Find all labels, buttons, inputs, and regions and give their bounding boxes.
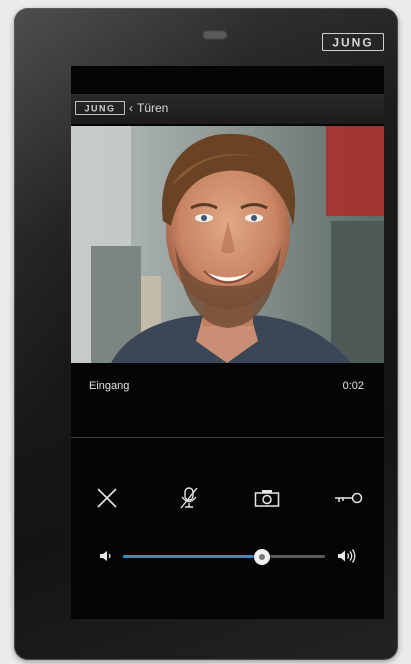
open-door-button[interactable] (329, 478, 369, 518)
camera-sensor (202, 30, 228, 40)
svg-text:JUNG: JUNG (84, 104, 115, 114)
camera-icon (254, 490, 280, 507)
svg-text:JUNG: JUNG (332, 36, 373, 50)
hang-up-button[interactable] (87, 478, 127, 518)
touch-screen: JUNG ‹ Türen Eingang 0:02 (71, 66, 384, 619)
volume-fill (123, 555, 263, 558)
key-icon (335, 492, 363, 504)
volume-high-icon (338, 549, 356, 563)
volume-knob[interactable] (254, 549, 271, 565)
video-feed (71, 126, 384, 363)
volume-slider[interactable] (123, 549, 325, 565)
volume-control (71, 544, 384, 568)
chevron-left-icon: ‹ (129, 101, 133, 115)
volume-low-icon (100, 551, 111, 561)
call-timer: 0:02 (342, 380, 364, 392)
breadcrumb[interactable]: ‹ Türen (129, 101, 168, 115)
visitor-image (71, 126, 384, 363)
close-icon (97, 488, 117, 508)
header-bar: JUNG ‹ Türen (71, 94, 384, 124)
header-logo: JUNG (75, 101, 125, 115)
intercom-panel: JUNG JUNG ‹ Türen Eingang 0:02 (14, 8, 398, 660)
mute-microphone-button[interactable] (169, 478, 209, 518)
call-info: Eingang 0:02 (71, 366, 384, 436)
door-name: Eingang (89, 380, 130, 392)
call-controls (71, 478, 384, 518)
mic-off-icon (180, 487, 198, 509)
snapshot-button[interactable] (247, 478, 287, 518)
breadcrumb-label: Türen (137, 101, 169, 115)
brand-logo: JUNG (322, 33, 384, 51)
divider (71, 437, 384, 438)
